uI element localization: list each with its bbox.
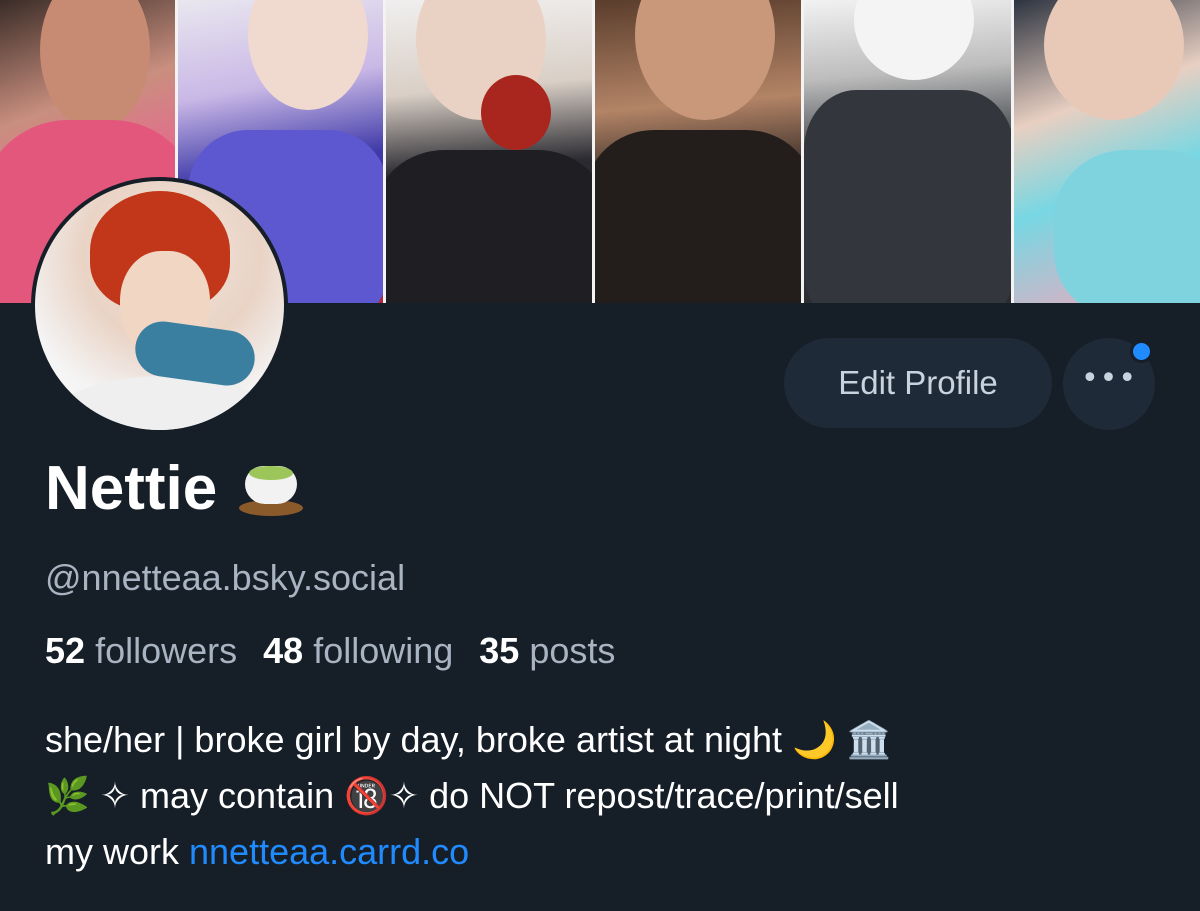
edit-profile-button[interactable]: Edit Profile (784, 338, 1052, 428)
following-count: 48 (263, 630, 304, 671)
ellipsis-icon: ••• (1080, 361, 1138, 396)
bio-link[interactable]: nnetteaa.carrd.co (189, 831, 469, 872)
posts-count: 35 (479, 630, 520, 671)
bio-line-1: she/her | broke girl by day, broke artis… (45, 719, 892, 760)
banner-artwork-3 (386, 0, 595, 303)
banner-artwork-5 (804, 0, 1014, 303)
followers-label: followers (95, 630, 238, 671)
display-name: Nettie (45, 458, 305, 520)
posts-label: posts (529, 630, 616, 671)
avatar[interactable] (31, 177, 288, 434)
avatar-artwork-shirt (55, 376, 275, 430)
posts-stat: 35 posts (479, 629, 615, 672)
profile-stats: 52 followers 48 following 35 posts (45, 629, 641, 672)
banner-artwork-4 (595, 0, 804, 303)
display-name-text: Nettie (45, 454, 218, 523)
bio-line-2: 🌿 ✧ may contain 🔞✧ do NOT repost/trace/p… (45, 775, 899, 816)
notification-dot (1130, 340, 1153, 363)
bio-line-3-text: my work (45, 831, 189, 872)
profile-bio: she/her | broke girl by day, broke artis… (45, 712, 1145, 880)
tea-icon (239, 460, 305, 518)
following-stat[interactable]: 48 following (263, 629, 453, 672)
bio-line-3: my work nnetteaa.carrd.co (45, 824, 1145, 880)
followers-stat[interactable]: 52 followers (45, 629, 237, 672)
banner-artwork-6 (1014, 0, 1200, 303)
following-label: following (313, 630, 454, 671)
followers-count: 52 (45, 630, 86, 671)
profile-handle: @nnetteaa.bsky.social (45, 557, 406, 598)
